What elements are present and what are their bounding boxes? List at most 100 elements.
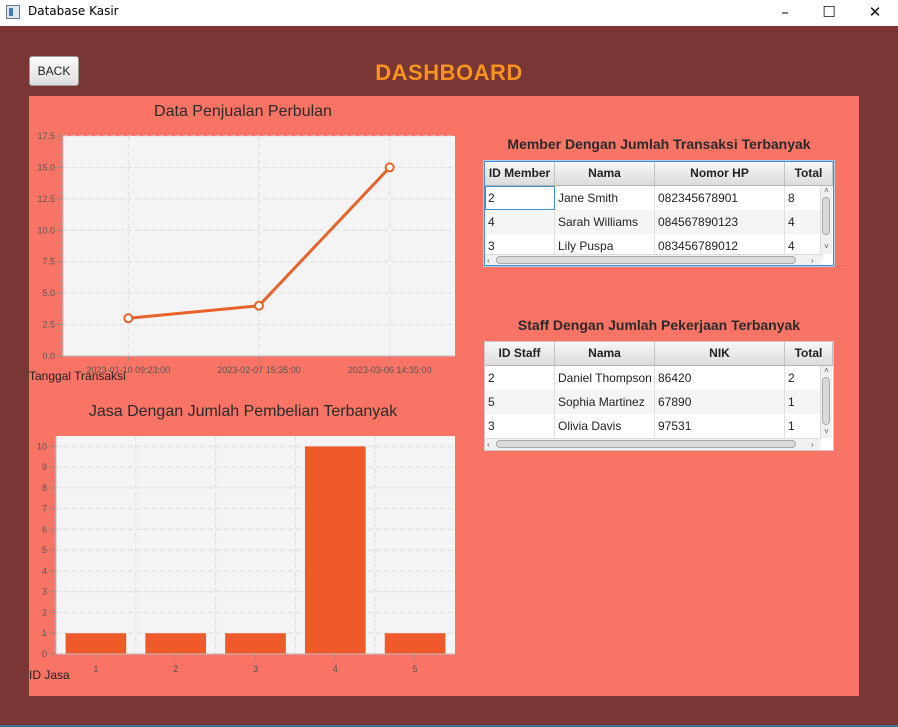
maximize-button[interactable]: ☐ xyxy=(806,0,852,26)
app-icon xyxy=(6,5,20,19)
bar xyxy=(65,633,127,654)
y-tick-label: 17.5 xyxy=(37,131,55,141)
x-tick-label: 2023-02-07 15:35:00 xyxy=(217,365,301,375)
cell-total: 2 xyxy=(785,366,823,390)
x-tick-label: 4 xyxy=(333,664,338,674)
window-titlebar: Database Kasir – ☐ ✕ xyxy=(0,0,898,26)
y-tick-label: 8 xyxy=(42,483,47,493)
cell-nik: 97531 xyxy=(655,414,785,438)
x-tick-label: 2 xyxy=(173,664,178,674)
cell-nama: Olivia Davis xyxy=(555,414,655,438)
cell-total: 1 xyxy=(785,390,823,414)
scroll-thumb[interactable] xyxy=(822,197,830,235)
minimize-button[interactable]: – xyxy=(762,0,808,26)
scroll-down-icon[interactable]: ˅ xyxy=(822,428,831,436)
cell-id: 2 xyxy=(485,366,555,390)
y-tick-label: 0.0 xyxy=(42,351,55,361)
x-tick-label: 5 xyxy=(413,664,418,674)
y-tick-label: 4 xyxy=(42,566,47,576)
cell-total: 1 xyxy=(785,414,823,438)
y-tick-label: 1 xyxy=(42,628,47,638)
table-row[interactable]: 4 Sarah Williams 084567890123 4 xyxy=(485,210,823,234)
y-tick-label: 2 xyxy=(42,607,47,617)
cell-id: 2 xyxy=(485,186,555,210)
data-point xyxy=(254,300,264,311)
x-tick-label: 1 xyxy=(93,664,98,674)
cell-nama: Jane Smith xyxy=(555,186,655,210)
staff-col-nama[interactable]: Nama xyxy=(555,342,655,365)
member-vertical-scrollbar[interactable]: ˄ ˅ xyxy=(820,186,832,254)
line-chart-xlabel: Tanggal Transaksi xyxy=(29,369,126,383)
cell-nama: Sarah Williams xyxy=(555,210,655,234)
cell-nik: 67890 xyxy=(655,390,785,414)
member-col-id[interactable]: ID Member xyxy=(485,162,555,185)
page-title: DASHBOARD xyxy=(375,60,523,85)
y-tick-label: 0 xyxy=(42,649,47,659)
member-horizontal-scrollbar[interactable]: ‹ › xyxy=(485,254,821,265)
y-tick-label: 6 xyxy=(42,524,47,534)
cell-hp: 082345678901 xyxy=(655,186,785,210)
scroll-up-icon[interactable]: ˄ xyxy=(822,187,831,195)
staff-vertical-scrollbar[interactable]: ˄ ˅ xyxy=(820,366,832,438)
member-col-total[interactable]: Total xyxy=(785,162,833,185)
close-button[interactable]: ✕ xyxy=(852,0,898,26)
cell-hp: 084567890123 xyxy=(655,210,785,234)
y-tick-label: 3 xyxy=(42,587,47,597)
cell-total: 8 xyxy=(785,186,823,210)
cell-nama: Daniel Thompson xyxy=(555,366,655,390)
data-point xyxy=(123,313,134,324)
y-tick-label: 7 xyxy=(42,504,47,514)
scroll-right-icon[interactable]: › xyxy=(811,440,814,449)
scroll-left-icon[interactable]: ‹ xyxy=(487,256,490,265)
bar xyxy=(384,633,446,654)
cell-id: 5 xyxy=(485,390,555,414)
bar-chart-title: Jasa Dengan Jumlah Pembelian Terbanyak xyxy=(88,403,398,420)
y-tick-label: 15.0 xyxy=(37,162,55,172)
scroll-thumb[interactable] xyxy=(496,256,796,264)
x-tick-label: 3 xyxy=(253,664,258,674)
y-tick-label: 2.5 xyxy=(42,320,55,330)
member-table[interactable]: ID Member Nama Nomor HP Total 2 Jane Smi… xyxy=(484,161,834,266)
member-col-nama[interactable]: Nama xyxy=(555,162,655,185)
table-row[interactable]: 2 Jane Smith 082345678901 8 xyxy=(485,186,823,210)
line-chart: 0.02.55.07.510.012.515.017.52023-01-10 0… xyxy=(37,131,455,375)
staff-table[interactable]: ID Staff Nama NIK Total 2 Daniel Thompso… xyxy=(484,341,834,451)
staff-table-title: Staff Dengan Jumlah Pekerjaan Terbanyak xyxy=(517,317,801,333)
scroll-down-icon[interactable]: ˅ xyxy=(822,243,831,251)
scroll-thumb[interactable] xyxy=(496,440,796,448)
bar xyxy=(145,633,207,654)
y-tick-label: 12.5 xyxy=(37,194,55,204)
y-tick-label: 7.5 xyxy=(42,257,55,267)
cell-nik: 86420 xyxy=(655,366,785,390)
y-tick-label: 9 xyxy=(42,462,47,472)
staff-table-header: ID Staff Nama NIK Total xyxy=(485,342,833,366)
y-tick-label: 5.0 xyxy=(42,288,55,298)
staff-col-total[interactable]: Total xyxy=(785,342,833,365)
y-tick-label: 10 xyxy=(37,441,47,451)
scroll-thumb[interactable] xyxy=(822,377,830,425)
bar-chart: 0 1 2 3 4 5 6 7 8 9 10 1 2 3 4 5 xyxy=(37,436,455,674)
table-row[interactable]: 2 Daniel Thompson 86420 2 xyxy=(485,366,823,390)
data-point xyxy=(384,162,395,173)
bar xyxy=(304,446,366,654)
member-table-header: ID Member Nama Nomor HP Total xyxy=(485,162,833,186)
line-chart-title: Data Penjualan Perbulan xyxy=(154,103,332,120)
cell-id: 4 xyxy=(485,210,555,234)
table-row[interactable]: 3 Olivia Davis 97531 1 xyxy=(485,414,823,438)
dashboard-panel: Data Penjualan Perbulan 0.0 2.5 5.0 7.5 10.0… xyxy=(29,96,859,696)
y-tick-label: 10.0 xyxy=(37,225,55,235)
window-title: Database Kasir xyxy=(28,4,119,18)
member-table-title: Member Dengan Jumlah Transaksi Terbanyak xyxy=(507,136,811,152)
x-tick-label: 2023-03-06 14:35:00 xyxy=(348,365,432,375)
scroll-up-icon[interactable]: ˄ xyxy=(822,367,831,375)
bar-chart-xlabel: ID Jasa xyxy=(29,668,70,682)
scroll-left-icon[interactable]: ‹ xyxy=(487,440,490,449)
member-col-hp[interactable]: Nomor HP xyxy=(655,162,785,185)
scroll-right-icon[interactable]: › xyxy=(811,256,814,265)
staff-col-nik[interactable]: NIK xyxy=(655,342,785,365)
staff-col-id[interactable]: ID Staff xyxy=(485,342,555,365)
staff-horizontal-scrollbar[interactable]: ‹ › xyxy=(485,438,821,450)
bar-plot-area xyxy=(56,436,455,654)
table-row[interactable]: 5 Sophia Martinez 67890 1 xyxy=(485,390,823,414)
cell-total: 4 xyxy=(785,210,823,234)
